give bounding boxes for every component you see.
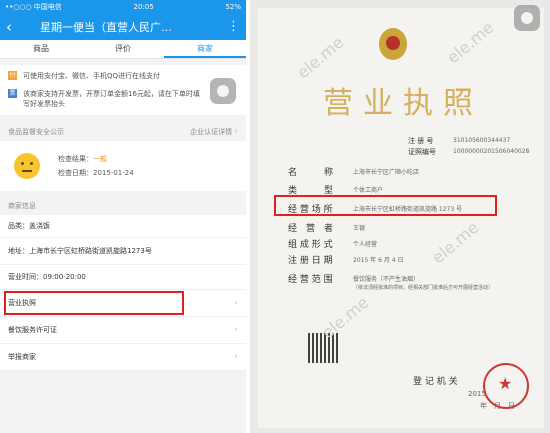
license-photo: 营业执照 注 册 号 310105600344437 证照编号 10000000… <box>250 0 550 433</box>
food-safety-header[interactable]: 食品监督安全公示 企业认证详情 › <box>0 123 246 141</box>
report-link-text: 举报商家 <box>8 353 36 361</box>
address-row: 地址：上海市长宁区虹桥路街道凯旋路1273号 <box>0 238 246 265</box>
back-arrow-icon[interactable]: ‹ <box>6 18 22 36</box>
field-date-value: 2015 年 6 月 4 日 <box>353 257 404 264</box>
field-operator-label: 经 营 者 <box>288 224 334 234</box>
tab-merchant[interactable]: 商家 <box>164 40 246 58</box>
field-date-label: 注 册 日 期 <box>288 256 333 266</box>
tab-reviews[interactable]: 评价 <box>82 40 164 58</box>
field-type-value: 个体工商户 <box>353 187 384 194</box>
permit-link-text: 餐饮服务许可证 <box>8 326 57 334</box>
category-text: 品类：盖浇饭 <box>8 222 50 230</box>
hours-row: 营业时间：09:00-20:00 <box>0 265 246 290</box>
food-safety-title: 食品监督安全公示 <box>8 128 64 136</box>
assistive-touch-icon[interactable] <box>514 5 540 31</box>
permit-link-row[interactable]: 餐饮服务许可证 › <box>0 317 246 344</box>
time-text: 20:05 <box>133 2 154 11</box>
battery-text: 52% <box>225 2 241 11</box>
chevron-right-icon: › <box>234 298 238 308</box>
neutral-face-icon <box>14 153 40 179</box>
cert-no-value: 10000000201506040028 <box>453 148 530 155</box>
chevron-right-icon: › <box>234 325 238 335</box>
reg-no-value: 310105600344437 <box>453 137 511 144</box>
national-emblem-icon <box>379 28 407 60</box>
field-form-label: 组 成 形 式 <box>288 240 333 250</box>
license-title: 营业执照 <box>323 86 483 121</box>
shop-title: 星期一便当（直营人民广… <box>40 20 172 34</box>
status-bar: ••○○○ 中国电信 20:05 52% <box>0 0 246 13</box>
assistive-touch-icon[interactable] <box>210 78 236 104</box>
carrier-text: ••○○○ 中国电信 <box>5 2 62 11</box>
authority-label: 登 记 机 关 <box>413 377 458 387</box>
field-operator-value: 王银 <box>353 225 366 232</box>
address-highlight-box <box>4 291 184 315</box>
merchant-info-header: 商家信息 <box>0 197 246 215</box>
reg-no-label: 注 册 号 <box>408 137 434 145</box>
pay-badge-icon: 付 <box>8 71 17 80</box>
watermark: ele.me <box>428 217 483 268</box>
field-name-value: 上海市长宁区广顺小吃店 <box>353 169 420 176</box>
result-value: 一般 <box>93 155 107 163</box>
field-scope-value: 餐饮服务（不产生油烟） <box>353 276 420 283</box>
address-text: 地址：上海市长宁区虹桥路街道凯旋路1273号 <box>8 247 152 255</box>
date-label: 检查日期： <box>58 169 93 177</box>
merchant-info-title: 商家信息 <box>8 202 36 210</box>
chevron-right-icon: › <box>234 127 238 137</box>
license-paper: 营业执照 注 册 号 310105600344437 证照编号 10000000… <box>258 8 544 428</box>
field-form-value: 个人经营 <box>353 241 378 248</box>
date-value: 2015-01-24 <box>93 169 134 177</box>
watermark: ele.me <box>318 292 373 343</box>
result-label: 检查结果： <box>58 155 93 163</box>
watermark: ele.me <box>293 32 348 83</box>
report-link-row[interactable]: 举报商家 › <box>0 344 246 371</box>
category-row: 品类：盖浇饭 <box>0 215 246 238</box>
tab-goods[interactable]: 商品 <box>0 40 82 58</box>
app-bar: ‹ 星期一便当（直营人民广… ⋮ <box>0 13 246 40</box>
cert-detail-link[interactable]: 企业认证详情 <box>190 128 232 136</box>
scope-detail: （依法须经批准的项目，经相关部门批准后方可开展经营活动） <box>353 285 494 291</box>
notice-invoice-text: 该商家支持开发票，开票订单金额16元起，请在下单时填写好发票抬头 <box>23 90 200 108</box>
watermark: ele.me <box>443 17 498 68</box>
notice-pay: 付 可使用支付宝、微信、手机QQ进行在线支付 <box>0 67 246 85</box>
inspection-card: 检查结果：一般 检查日期：2015-01-24 <box>0 141 246 191</box>
hours-text: 营业时间：09:00-20:00 <box>8 273 86 281</box>
notice-pay-text: 可使用支付宝、微信、手机QQ进行在线支付 <box>23 72 161 80</box>
tab-bar: 商品 评价 商家 <box>0 40 246 59</box>
field-name-label: 名 称 <box>288 168 334 178</box>
official-seal-icon <box>483 363 529 409</box>
merchant-screen: ••○○○ 中国电信 20:05 52% ‹ 星期一便当（直营人民广… ⋮ 商品… <box>0 0 246 433</box>
cert-no-label: 证照编号 <box>408 148 436 156</box>
premises-highlight-box <box>274 195 497 216</box>
field-scope-label: 经 营 范 围 <box>288 275 333 285</box>
invoice-badge-icon: 票 <box>8 89 17 98</box>
chevron-right-icon: › <box>234 352 238 362</box>
more-dots-icon[interactable]: ⋮ <box>226 19 240 34</box>
